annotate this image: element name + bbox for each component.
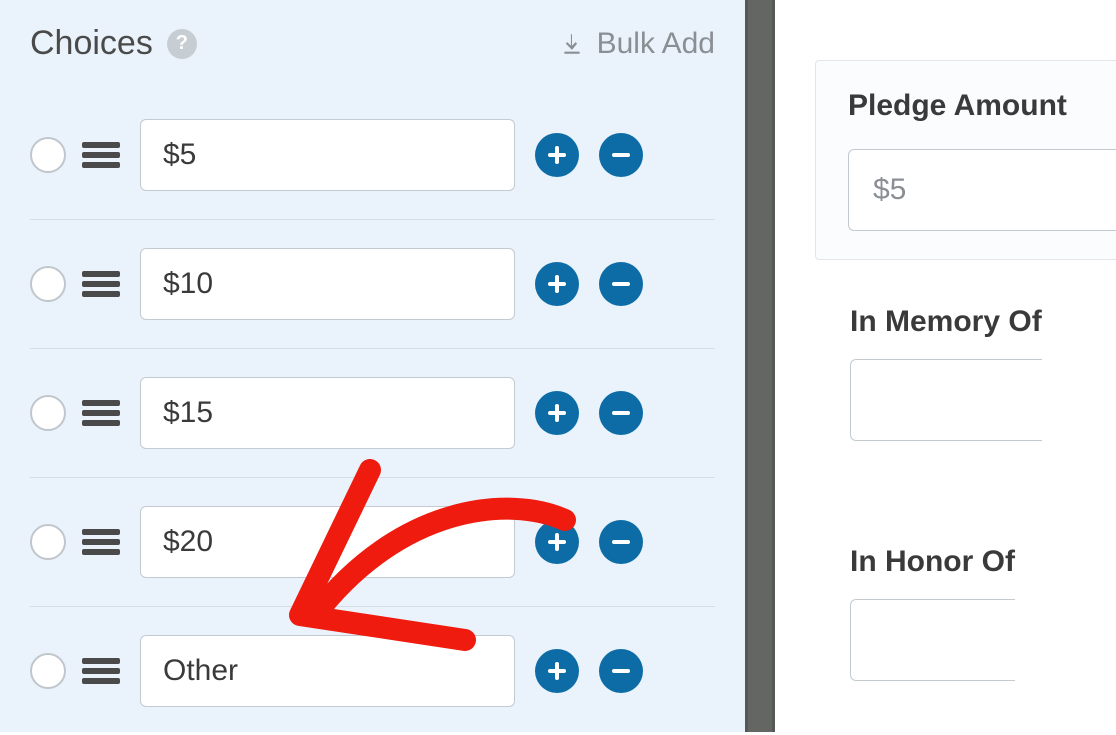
choice-value-input[interactable] [140, 119, 515, 191]
plus-icon [545, 143, 569, 167]
remove-choice-button[interactable] [599, 391, 643, 435]
choice-value-input[interactable] [140, 377, 515, 449]
choice-value-input[interactable] [140, 635, 515, 707]
in-memory-of-label: In Memory Of [850, 305, 1042, 339]
minus-icon [609, 272, 633, 296]
choices-title: Choices [30, 24, 153, 63]
bulk-add-button[interactable]: Bulk Add [559, 27, 715, 61]
remove-choice-button[interactable] [599, 649, 643, 693]
add-choice-button[interactable] [535, 133, 579, 177]
add-choice-button[interactable] [535, 391, 579, 435]
in-honor-of-group: In Honor Of [850, 545, 1015, 681]
plus-icon [545, 530, 569, 554]
choice-radio[interactable] [30, 524, 66, 560]
add-choice-button[interactable] [535, 649, 579, 693]
plus-icon [545, 401, 569, 425]
plus-icon [545, 659, 569, 683]
download-icon [559, 31, 585, 57]
choice-value-input[interactable] [140, 248, 515, 320]
drag-handle-icon[interactable] [82, 140, 120, 170]
pledge-amount-value: $5 [873, 173, 906, 207]
minus-icon [609, 530, 633, 554]
choice-radio[interactable] [30, 137, 66, 173]
remove-choice-button[interactable] [599, 262, 643, 306]
remove-choice-button[interactable] [599, 520, 643, 564]
choice-row [30, 220, 715, 349]
preview-panel: Pledge Amount $5 In Memory Of In Honor O… [775, 0, 1116, 732]
drag-handle-icon[interactable] [82, 527, 120, 557]
choice-radio[interactable] [30, 653, 66, 689]
pledge-amount-card: Pledge Amount $5 [815, 60, 1116, 260]
choice-row [30, 607, 715, 735]
add-choice-button[interactable] [535, 520, 579, 564]
add-choice-button[interactable] [535, 262, 579, 306]
in-memory-of-group: In Memory Of [850, 305, 1042, 441]
drag-handle-icon[interactable] [82, 269, 120, 299]
choices-header: Choices ? Bulk Add [30, 18, 715, 63]
pledge-amount-dropdown[interactable]: $5 [848, 149, 1116, 231]
choice-value-input[interactable] [140, 506, 515, 578]
choice-row [30, 349, 715, 478]
panel-divider [745, 0, 775, 732]
drag-handle-icon[interactable] [82, 398, 120, 428]
in-memory-of-input[interactable] [850, 359, 1042, 441]
drag-handle-icon[interactable] [82, 656, 120, 686]
in-honor-of-input[interactable] [850, 599, 1015, 681]
choice-row [30, 91, 715, 220]
choice-radio[interactable] [30, 395, 66, 431]
minus-icon [609, 659, 633, 683]
help-icon[interactable]: ? [167, 29, 197, 59]
in-honor-of-label: In Honor Of [850, 545, 1015, 579]
choices-editor-panel: Choices ? Bulk Add [0, 0, 745, 732]
choice-row [30, 478, 715, 607]
choice-radio[interactable] [30, 266, 66, 302]
minus-icon [609, 143, 633, 167]
plus-icon [545, 272, 569, 296]
bulk-add-label: Bulk Add [597, 27, 715, 61]
remove-choice-button[interactable] [599, 133, 643, 177]
minus-icon [609, 401, 633, 425]
pledge-amount-label: Pledge Amount [848, 89, 1116, 123]
